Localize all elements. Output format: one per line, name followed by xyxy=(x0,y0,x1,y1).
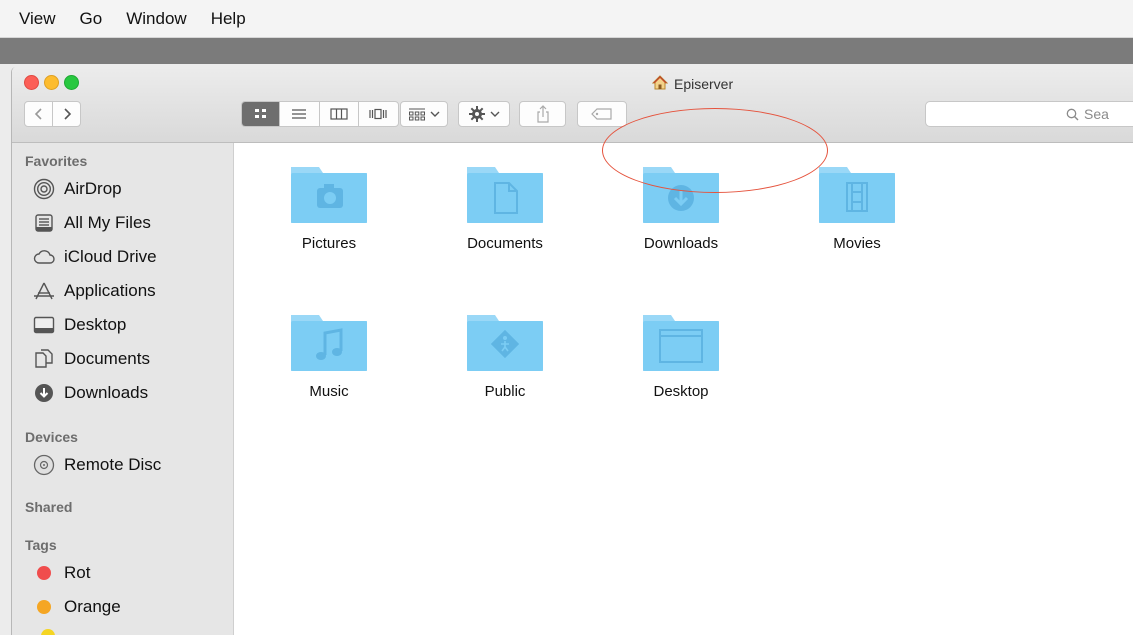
yellow-tag-icon xyxy=(41,629,55,635)
sidebar-item-downloads[interactable]: Downloads xyxy=(33,379,148,407)
folder-name: Downloads xyxy=(643,235,719,252)
applications-icon xyxy=(33,280,55,302)
sidebar-item-label: Rot xyxy=(64,563,91,582)
menu-go[interactable]: Go xyxy=(80,9,103,29)
music-note-icon xyxy=(291,315,367,371)
share-icon xyxy=(536,105,549,123)
sidebar-item-label: Documents xyxy=(64,349,150,368)
close-button[interactable] xyxy=(24,75,39,90)
chevron-down-icon xyxy=(430,111,440,117)
document-icon xyxy=(467,167,543,223)
search-field[interactable]: Sea xyxy=(925,101,1133,127)
tag-button[interactable] xyxy=(577,101,627,127)
menu-bar: View Go Window Help xyxy=(0,0,1133,38)
action-button[interactable] xyxy=(458,101,510,127)
folder-item[interactable]: Public xyxy=(435,309,575,400)
search-icon xyxy=(1066,108,1079,120)
sidebar-item-label: Desktop xyxy=(64,315,127,334)
folder-item[interactable]: Pictures xyxy=(259,161,399,252)
menu-view[interactable]: View xyxy=(19,9,56,29)
cloud-icon xyxy=(33,246,55,268)
home-icon xyxy=(651,75,669,93)
sidebar-item-label: Downloads xyxy=(64,383,149,402)
chevron-right-icon xyxy=(63,108,71,120)
red-tag-icon xyxy=(37,566,51,580)
arrange-button[interactable] xyxy=(400,101,448,127)
window-title: Episerver xyxy=(651,75,734,93)
folder-item[interactable]: Desktop xyxy=(611,309,751,400)
finder-window: Episerver Sea Favorites AirDrop All My F… xyxy=(11,67,1133,635)
folder-name: Music xyxy=(309,383,349,400)
folder-item[interactable]: Music xyxy=(259,309,399,400)
search-placeholder: Sea xyxy=(1084,106,1109,122)
favorites-header: Favorites xyxy=(25,153,88,169)
back-button[interactable] xyxy=(25,102,53,126)
menu-window[interactable]: Window xyxy=(126,9,186,29)
sidebar-item-label: iCloud Drive xyxy=(64,247,157,266)
camera-icon xyxy=(291,167,367,223)
tag-icon xyxy=(591,108,612,120)
sidebar-item-remote-disc[interactable]: Remote Disc xyxy=(33,451,161,479)
desktop-background xyxy=(0,38,1133,64)
film-icon xyxy=(819,167,895,223)
view-mode-control xyxy=(241,101,399,127)
tags-header: Tags xyxy=(25,537,57,553)
folder-name: Public xyxy=(484,383,526,400)
folder-name: Documents xyxy=(467,235,543,252)
sidebar-item-tag-orange[interactable]: Orange xyxy=(33,593,121,621)
gear-icon xyxy=(469,106,485,122)
arrange-icon xyxy=(409,108,425,121)
sidebar-item-desktop[interactable]: Desktop xyxy=(33,311,126,339)
sidebar: Favorites AirDrop All My Files iCloud Dr… xyxy=(12,143,234,635)
sidebar-item-applications[interactable]: Applications xyxy=(33,277,156,305)
file-browser-content: Pictures Documents Downloads Movies Musi… xyxy=(235,143,1133,635)
orange-tag-icon xyxy=(37,600,51,614)
desktop-window-icon xyxy=(643,315,719,371)
sidebar-item-label: Orange xyxy=(64,597,121,616)
back-forward-control xyxy=(24,101,81,127)
list-view-button[interactable] xyxy=(279,102,318,126)
downloads-icon xyxy=(33,382,55,404)
sidebar-item-documents[interactable]: Documents xyxy=(33,345,150,373)
sidebar-item-all-my-files[interactable]: All My Files xyxy=(33,209,151,237)
folder-name: Pictures xyxy=(301,235,357,252)
chevron-left-icon xyxy=(34,108,42,120)
devices-header: Devices xyxy=(25,429,78,445)
menu-help[interactable]: Help xyxy=(211,9,246,29)
chevron-down-icon xyxy=(490,111,500,117)
column-view-icon xyxy=(330,108,348,120)
zoom-button[interactable] xyxy=(64,75,79,90)
sidebar-item-label: All My Files xyxy=(64,213,151,232)
sidebar-item-airdrop[interactable]: AirDrop xyxy=(33,175,122,203)
documents-icon xyxy=(33,348,55,370)
sidebar-item-label: Remote Disc xyxy=(64,455,162,474)
sidebar-item-label: AirDrop xyxy=(64,179,122,198)
cover-flow-icon xyxy=(369,108,387,120)
window-toolbar: Episerver Sea xyxy=(12,67,1133,143)
all-files-icon xyxy=(33,212,55,234)
disc-icon xyxy=(33,454,55,476)
desktop-icon xyxy=(33,314,55,336)
list-view-icon xyxy=(292,109,307,119)
shared-header: Shared xyxy=(25,499,73,515)
public-icon xyxy=(467,315,543,371)
column-view-button[interactable] xyxy=(318,102,358,126)
window-title-text: Episerver xyxy=(674,76,734,92)
airdrop-icon xyxy=(33,178,55,200)
folder-name: Desktop xyxy=(653,383,709,400)
share-button[interactable] xyxy=(519,101,566,127)
icon-view-button[interactable] xyxy=(242,102,280,126)
forward-button[interactable] xyxy=(53,102,80,126)
sidebar-item-label: Applications xyxy=(64,281,156,300)
sidebar-item-icloud-drive[interactable]: iCloud Drive xyxy=(33,243,157,271)
folder-name: Movies xyxy=(833,235,881,252)
cover-flow-button[interactable] xyxy=(357,102,398,126)
sidebar-item-tag-rot[interactable]: Rot xyxy=(33,559,90,587)
minimize-button[interactable] xyxy=(44,75,59,90)
annotation-ellipse xyxy=(602,108,828,193)
folder-item[interactable]: Documents xyxy=(435,161,575,252)
icon-view-icon xyxy=(254,109,266,118)
